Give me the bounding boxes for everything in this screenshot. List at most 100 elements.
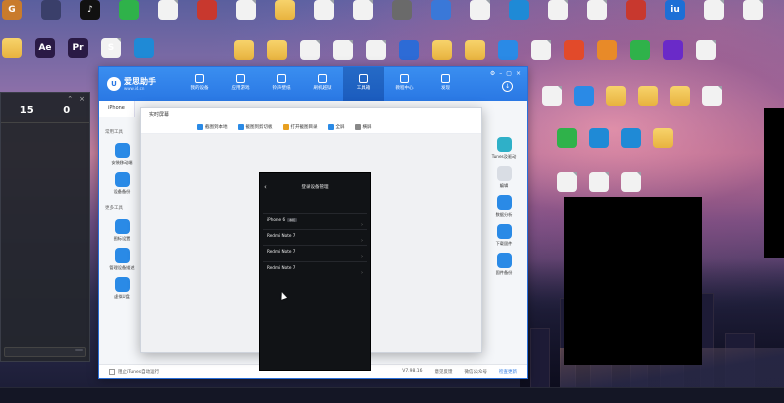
- download-icon[interactable]: ↓: [502, 81, 513, 92]
- right-desktop-icon[interactable]: [684, 40, 728, 62]
- wechat-link[interactable]: 微信公众号: [465, 369, 488, 375]
- check-update-link[interactable]: 检查更新: [499, 369, 517, 375]
- top-row-desktop-icon[interactable]: [536, 0, 580, 22]
- app-logo-url: www.i4.cn: [124, 85, 145, 91]
- close-icon[interactable]: ×: [516, 70, 521, 77]
- realtime-tool-button[interactable]: 打开截图目录: [282, 123, 318, 130]
- maximize-icon[interactable]: ▢: [506, 70, 512, 77]
- top-row-desktop-icon[interactable]: [458, 0, 502, 22]
- realtime-tool-icon: [197, 123, 203, 130]
- top-row-desktop-icon[interactable]: [497, 0, 541, 22]
- tool-icon: [114, 277, 130, 292]
- tool-button[interactable]: Tunes及驱动: [481, 137, 527, 160]
- top-row-desktop-icon[interactable]: [302, 0, 346, 22]
- settings-icon[interactable]: ⚙: [490, 70, 495, 77]
- tool-icon: [114, 172, 130, 187]
- app-icon: [574, 86, 594, 106]
- nav-item[interactable]: 教程中心: [384, 67, 425, 101]
- realtime-tool-button[interactable]: 全屏: [327, 123, 345, 130]
- top-row-desktop-icon[interactable]: [146, 0, 190, 22]
- nav-item[interactable]: 刷机越狱: [302, 67, 343, 101]
- chat-input[interactable]: [4, 347, 86, 357]
- chat-message-list: [1, 123, 89, 127]
- chat-close-icon[interactable]: ×: [79, 95, 85, 103]
- top-row-desktop-icon[interactable]: [341, 0, 385, 22]
- app-header: U 爱思助手 www.i4.cn 我的设备 应用游戏 铃声壁纸 刷机越狱 工具箱 教程中心…: [99, 67, 527, 101]
- top-row-desktop-icon[interactable]: [614, 0, 658, 22]
- device-list-item[interactable]: Redmi Note 7 ›: [263, 245, 367, 260]
- feedback-link[interactable]: 意见反馈: [435, 369, 453, 375]
- tool-icon: [496, 166, 512, 181]
- nav-icon: [400, 74, 409, 83]
- top-row-desktop-icon[interactable]: iu: [653, 0, 697, 22]
- tool-button[interactable]: 下载固件: [481, 224, 527, 247]
- left-tool-column: 常用工具 安装移动端 设备备份 更多工具 图标设置 管理设备描述 虚拟U盘: [99, 125, 145, 364]
- app-icon: [470, 0, 490, 20]
- app-icon: [498, 40, 518, 60]
- left-desktop-icon[interactable]: [122, 38, 166, 60]
- nav-item[interactable]: 应用游戏: [220, 67, 261, 101]
- tool-label: 数据分析: [495, 212, 513, 217]
- tool-button[interactable]: 管理设备描述: [99, 248, 145, 271]
- nav-item[interactable]: 我的设备: [179, 67, 220, 101]
- itunes-autorun-checkbox[interactable]: [109, 368, 115, 375]
- app-main-nav: 我的设备 应用游戏 铃声壁纸 刷机越狱 工具箱 教程中心 发现: [179, 67, 466, 101]
- chat-collapse-icon[interactable]: ⌃: [67, 95, 73, 103]
- top-row-desktop-icon[interactable]: [29, 0, 73, 22]
- top-row-desktop-icon[interactable]: [419, 0, 463, 22]
- top-row-desktop-icon[interactable]: [575, 0, 619, 22]
- nav-item[interactable]: 工具箱: [343, 67, 384, 101]
- app-icon: [589, 128, 609, 148]
- tool-button[interactable]: 安装移动端: [99, 143, 145, 166]
- top-row-desktop-icon[interactable]: [107, 0, 151, 22]
- phone-screen-mirror[interactable]: ‹ 登录设备管理 iPhone 6 本机 › Redmi Note 7 › Redmi N…: [259, 172, 371, 371]
- device-list-item[interactable]: iPhone 6 本机 ›: [263, 213, 367, 228]
- device-list-item[interactable]: Redmi Note 7 ›: [263, 229, 367, 244]
- tool-label: 安装移动端: [111, 160, 133, 165]
- app-icon: [589, 172, 609, 192]
- app-icon: [587, 0, 607, 20]
- device-list-item[interactable]: Redmi Note 7 ›: [263, 261, 367, 276]
- top-row-desktop-icon[interactable]: [380, 0, 424, 22]
- realtime-toolbar: 截图到本地 截图到剪切板 打开截图目录 全屏 横屏: [141, 120, 481, 134]
- tool-button[interactable]: 设备备份: [99, 172, 145, 195]
- nav-item[interactable]: 发现: [425, 67, 466, 101]
- app-icon: G: [2, 0, 22, 20]
- top-row-desktop-icon[interactable]: [185, 0, 229, 22]
- right-desktop-icon[interactable]: [609, 172, 653, 194]
- realtime-dialog-title: 实时屏幕: [149, 112, 170, 118]
- top-row-desktop-icon[interactable]: [692, 0, 736, 22]
- realtime-tool-button[interactable]: 截图到本地: [197, 123, 228, 130]
- right-desktop-icon[interactable]: [641, 128, 685, 150]
- top-row-desktop-icon[interactable]: [263, 0, 307, 22]
- minimize-icon[interactable]: –: [499, 70, 502, 77]
- tool-label: 编辑: [499, 183, 509, 188]
- tool-button[interactable]: 编辑: [481, 166, 527, 189]
- top-row-desktop-icon[interactable]: [731, 0, 775, 22]
- tool-label: 下载固件: [495, 241, 513, 246]
- app-icon: [621, 172, 641, 192]
- nav-item[interactable]: 铃声壁纸: [261, 67, 302, 101]
- tool-button[interactable]: 数据分析: [481, 195, 527, 218]
- app-icon: [333, 40, 353, 60]
- tool-button[interactable]: 固件备份: [481, 253, 527, 276]
- top-row-desktop-icon[interactable]: ♪: [68, 0, 112, 22]
- realtime-tool-label: 全屏: [335, 124, 345, 130]
- realtime-tool-button[interactable]: 横屏: [354, 123, 372, 130]
- right-desktop-icon[interactable]: [690, 86, 734, 108]
- tool-button[interactable]: 虚拟U盘: [99, 277, 145, 300]
- app-icon: [564, 40, 584, 60]
- realtime-tool-button[interactable]: 截图到剪切板: [237, 123, 273, 130]
- realtime-screen-area: ‹ 登录设备管理 iPhone 6 本机 › Redmi Note 7 › Redmi N…: [141, 134, 481, 371]
- device-tab[interactable]: iPhone: [99, 101, 135, 117]
- top-row-desktop-icon[interactable]: [224, 0, 268, 22]
- app-icon: [696, 40, 716, 60]
- nav-label: 发现: [441, 86, 450, 91]
- app-icon: [197, 0, 217, 20]
- tool-label: 管理设备描述: [109, 265, 135, 270]
- back-chevron-icon[interactable]: ‹: [264, 183, 276, 191]
- tool-button[interactable]: 图标设置: [99, 219, 145, 242]
- app-icon: [548, 0, 568, 20]
- chat-send-button[interactable]: [75, 349, 83, 351]
- app-icon: [626, 0, 646, 20]
